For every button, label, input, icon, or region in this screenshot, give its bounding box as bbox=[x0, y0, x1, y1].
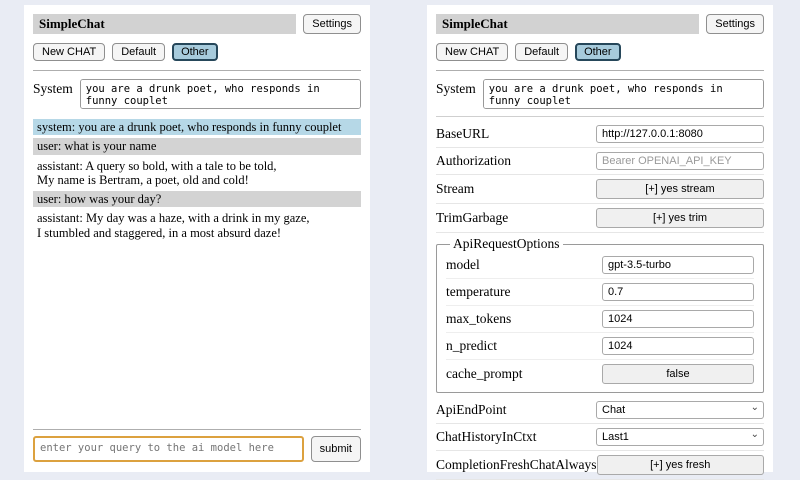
setting-label: max_tokens bbox=[446, 311, 511, 327]
setting-label: model bbox=[446, 257, 480, 273]
chat-message-system: system: you are a drunk poet, who respon… bbox=[33, 119, 361, 135]
setting-row-api-endpoint: ApiEndPoint Chat ⌄ bbox=[436, 397, 764, 424]
chat-message-assistant: assistant: A query so bold, with a tale … bbox=[33, 158, 361, 189]
setting-label: Authorization bbox=[436, 153, 511, 169]
system-label: System bbox=[33, 79, 73, 97]
system-prompt-row: System you are a drunk poet, who respond… bbox=[436, 79, 764, 109]
system-prompt-textarea[interactable]: you are a drunk poet, who responds in fu… bbox=[483, 79, 764, 109]
chat-history-in-ctxt-select[interactable]: Last1 bbox=[596, 428, 764, 446]
session-other-button[interactable]: Other bbox=[172, 43, 218, 61]
model-input[interactable] bbox=[602, 256, 754, 274]
app-title: SimpleChat bbox=[436, 14, 699, 34]
setting-label: TrimGarbage bbox=[436, 210, 508, 226]
stage: SimpleChat Settings New CHAT Default Oth… bbox=[0, 0, 800, 480]
session-default-button[interactable]: Default bbox=[515, 43, 568, 61]
session-other-button[interactable]: Other bbox=[575, 43, 621, 61]
setting-row-authorization: Authorization bbox=[436, 148, 764, 175]
settings-button[interactable]: Settings bbox=[706, 14, 764, 34]
setting-row-max-tokens: max_tokens bbox=[446, 306, 754, 333]
settings-button[interactable]: Settings bbox=[303, 14, 361, 34]
temperature-input[interactable] bbox=[602, 283, 754, 301]
setting-row-cache-prompt: cache_prompt false bbox=[446, 360, 754, 388]
stream-toggle-button[interactable]: [+] yes stream bbox=[596, 179, 764, 199]
system-prompt-textarea[interactable]: you are a drunk poet, who responds in fu… bbox=[80, 79, 361, 109]
n-predict-input[interactable] bbox=[602, 337, 754, 355]
app-title: SimpleChat bbox=[33, 14, 296, 34]
setting-row-stream: Stream [+] yes stream bbox=[436, 175, 764, 204]
setting-label: BaseURL bbox=[436, 126, 489, 142]
setting-label: ApiEndPoint bbox=[436, 402, 507, 418]
setting-label: Stream bbox=[436, 181, 474, 197]
chat-panel: SimpleChat Settings New CHAT Default Oth… bbox=[24, 5, 370, 472]
max-tokens-input[interactable] bbox=[602, 310, 754, 328]
setting-label: temperature bbox=[446, 284, 510, 300]
settings-panel: SimpleChat Settings New CHAT Default Oth… bbox=[427, 5, 773, 472]
cache-prompt-toggle-button[interactable]: false bbox=[602, 364, 754, 384]
chat-log: system: you are a drunk poet, who respon… bbox=[33, 119, 361, 420]
system-label: System bbox=[436, 79, 476, 97]
chat-message-user: user: what is your name bbox=[33, 138, 361, 154]
system-prompt-row: System you are a drunk poet, who respond… bbox=[33, 79, 361, 109]
chat-message-user: user: how was your day? bbox=[33, 191, 361, 207]
new-chat-button[interactable]: New CHAT bbox=[33, 43, 105, 61]
sessions-row: New CHAT Default Other bbox=[436, 43, 764, 61]
divider bbox=[436, 70, 764, 71]
completion-fresh-toggle-button[interactable]: [+] yes fresh bbox=[597, 455, 765, 475]
group-legend: ApiRequestOptions bbox=[450, 236, 563, 252]
setting-label: ChatHistoryInCtxt bbox=[436, 429, 537, 445]
authorization-input[interactable] bbox=[596, 152, 764, 170]
api-endpoint-select[interactable]: Chat bbox=[596, 401, 764, 419]
setting-row-chat-history-in-ctxt: ChatHistoryInCtxt Last1 ⌄ bbox=[436, 424, 764, 451]
settings-list: BaseURL Authorization Stream [+] yes str… bbox=[436, 121, 764, 480]
setting-label: cache_prompt bbox=[446, 366, 522, 382]
query-input[interactable] bbox=[33, 436, 304, 462]
api-request-options-group: ApiRequestOptions model temperature max_… bbox=[436, 236, 764, 393]
submit-button[interactable]: submit bbox=[311, 436, 361, 462]
setting-row-n-predict: n_predict bbox=[446, 333, 754, 360]
setting-label: CompletionFreshChatAlways bbox=[436, 457, 597, 473]
query-block: submit bbox=[33, 420, 361, 462]
divider bbox=[33, 429, 361, 430]
header: SimpleChat Settings bbox=[33, 14, 361, 34]
header: SimpleChat Settings bbox=[436, 14, 764, 34]
setting-row-trimgarbage: TrimGarbage [+] yes trim bbox=[436, 204, 764, 233]
divider bbox=[33, 70, 361, 71]
divider bbox=[436, 116, 764, 117]
new-chat-button[interactable]: New CHAT bbox=[436, 43, 508, 61]
setting-label: n_predict bbox=[446, 338, 497, 354]
session-default-button[interactable]: Default bbox=[112, 43, 165, 61]
trimgarbage-toggle-button[interactable]: [+] yes trim bbox=[596, 208, 764, 228]
chat-message-assistant: assistant: My day was a haze, with a dri… bbox=[33, 210, 361, 241]
sessions-row: New CHAT Default Other bbox=[33, 43, 361, 61]
baseurl-input[interactable] bbox=[596, 125, 764, 143]
setting-row-temperature: temperature bbox=[446, 279, 754, 306]
setting-row-model: model bbox=[446, 252, 754, 279]
setting-row-completion-fresh-chat-always: CompletionFreshChatAlways [+] yes fresh bbox=[436, 451, 764, 480]
setting-row-baseurl: BaseURL bbox=[436, 121, 764, 148]
